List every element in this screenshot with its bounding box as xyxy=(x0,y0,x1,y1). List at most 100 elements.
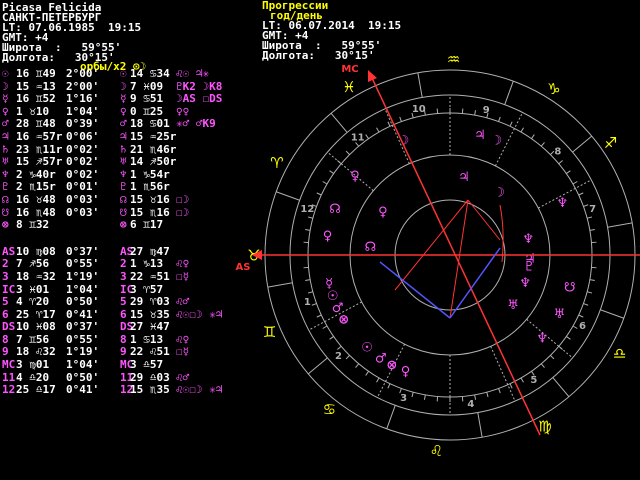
degree-tick xyxy=(520,127,524,133)
degree-tick xyxy=(540,142,545,147)
degree-tick xyxy=(316,192,322,196)
degree-tick xyxy=(583,204,589,207)
house-cusp xyxy=(526,318,573,359)
degree-tick xyxy=(365,134,369,139)
planet-glyph: ☽ xyxy=(491,134,503,149)
zodiac-sign-glyph: ♎ xyxy=(613,344,626,362)
house-number: 7 xyxy=(589,204,596,215)
degree-tick xyxy=(578,314,584,318)
house-number: 8 xyxy=(554,146,561,157)
degree-tick xyxy=(587,291,593,294)
planet-glyph: ♀ xyxy=(401,364,411,379)
planet-glyph: ☽ xyxy=(493,186,505,201)
degree-tick xyxy=(572,325,578,329)
planet-glyph: ⊗ xyxy=(386,358,397,373)
degree-tick xyxy=(345,150,350,155)
degree-tick xyxy=(589,228,595,231)
aspect-line xyxy=(394,199,469,291)
sign-divider xyxy=(600,309,625,319)
degree-tick xyxy=(486,392,489,398)
planet-glyph: ☋ xyxy=(564,281,576,296)
mc-axis xyxy=(371,77,541,436)
sign-divider xyxy=(477,412,483,438)
degree-tick xyxy=(566,170,571,174)
degree-tick xyxy=(509,121,513,127)
chart-wheel: 123456789101112♌♋♊♉♈♓♒♑♐♏♎♍♀⊗♂☉⊗♂☉☿♀☊♀☽♃… xyxy=(236,50,640,460)
house-number: 4 xyxy=(467,399,474,410)
planet-glyph: ♀ xyxy=(350,169,360,184)
degree-tick xyxy=(387,121,391,127)
zodiac-sign-glyph: ♑ xyxy=(547,80,560,98)
degree-tick xyxy=(316,314,322,318)
zodiac-sign-glyph: ♈ xyxy=(270,154,283,172)
degree-tick xyxy=(578,192,584,196)
degree-tick xyxy=(376,377,380,383)
degree-tick xyxy=(583,303,589,306)
aspect-line xyxy=(449,199,469,319)
degree-tick xyxy=(307,291,313,294)
planet-glyph: ♆ xyxy=(557,196,569,211)
degree-tick xyxy=(337,345,342,350)
degree-tick xyxy=(305,228,311,231)
zodiac-sign-glyph: ♌ xyxy=(430,442,443,460)
degree-tick xyxy=(329,336,334,340)
planet-glyph: ☿ xyxy=(325,276,333,291)
zodiac-sign-glyph: ♋ xyxy=(323,401,336,419)
mc-label: MC xyxy=(341,64,358,75)
zodiac-sign-glyph: ♍ xyxy=(538,418,551,436)
sign-divider xyxy=(417,72,423,98)
house-number: 1 xyxy=(304,297,311,308)
house-number: 10 xyxy=(412,104,426,115)
house-number: 9 xyxy=(483,105,490,116)
degree-tick xyxy=(307,216,313,219)
sign-divider xyxy=(607,222,633,228)
degree-tick xyxy=(558,160,563,165)
zodiac-sign-glyph: ♓ xyxy=(342,78,355,96)
sign-divider xyxy=(307,357,328,375)
zodiac-sign-glyph: ♊ xyxy=(263,323,276,341)
house-number: 6 xyxy=(579,321,586,332)
degree-tick xyxy=(531,134,535,139)
aspect-line xyxy=(467,199,501,241)
asc-label: AS xyxy=(236,262,251,273)
degree-tick xyxy=(509,383,513,389)
planet-glyph: ☉ xyxy=(361,341,373,356)
house-number: 5 xyxy=(530,375,537,386)
degree-tick xyxy=(329,170,334,174)
sign-divider xyxy=(572,135,593,153)
planet-glyph: ♆ xyxy=(519,276,531,291)
degree-tick xyxy=(387,383,391,389)
sign-divider xyxy=(330,112,348,133)
house-number: 3 xyxy=(400,393,407,404)
degree-tick xyxy=(589,279,595,282)
sign-divider xyxy=(267,282,293,288)
house-number: 2 xyxy=(335,351,342,362)
degree-tick xyxy=(423,394,426,400)
degree-tick xyxy=(305,279,311,282)
planet-glyph: ☊ xyxy=(365,240,377,255)
sign-divider xyxy=(504,80,514,105)
degree-tick xyxy=(572,181,578,185)
degree-tick xyxy=(355,363,360,368)
degree-tick xyxy=(474,110,477,116)
planet-glyph: ☊ xyxy=(329,202,341,217)
degree-tick xyxy=(540,363,545,368)
degree-tick xyxy=(345,355,350,360)
planet-glyph: ♆ xyxy=(536,332,548,347)
planet-glyph: ♃ xyxy=(474,128,486,143)
sign-divider xyxy=(552,377,570,398)
degree-tick xyxy=(322,325,328,329)
degree-tick xyxy=(566,336,571,340)
sign-divider xyxy=(386,405,396,430)
degree-tick xyxy=(550,150,555,155)
zodiac-sign-glyph: ♐ xyxy=(604,134,617,152)
aspect-line xyxy=(379,261,451,319)
planet-glyph: ♀ xyxy=(378,205,388,220)
degree-tick xyxy=(550,355,555,360)
degree-tick xyxy=(411,392,414,398)
sign-divider xyxy=(275,191,300,201)
planet-glyph: ♅ xyxy=(554,307,566,322)
degree-tick xyxy=(337,160,342,165)
degree-tick xyxy=(376,127,380,133)
degree-tick xyxy=(498,388,501,394)
